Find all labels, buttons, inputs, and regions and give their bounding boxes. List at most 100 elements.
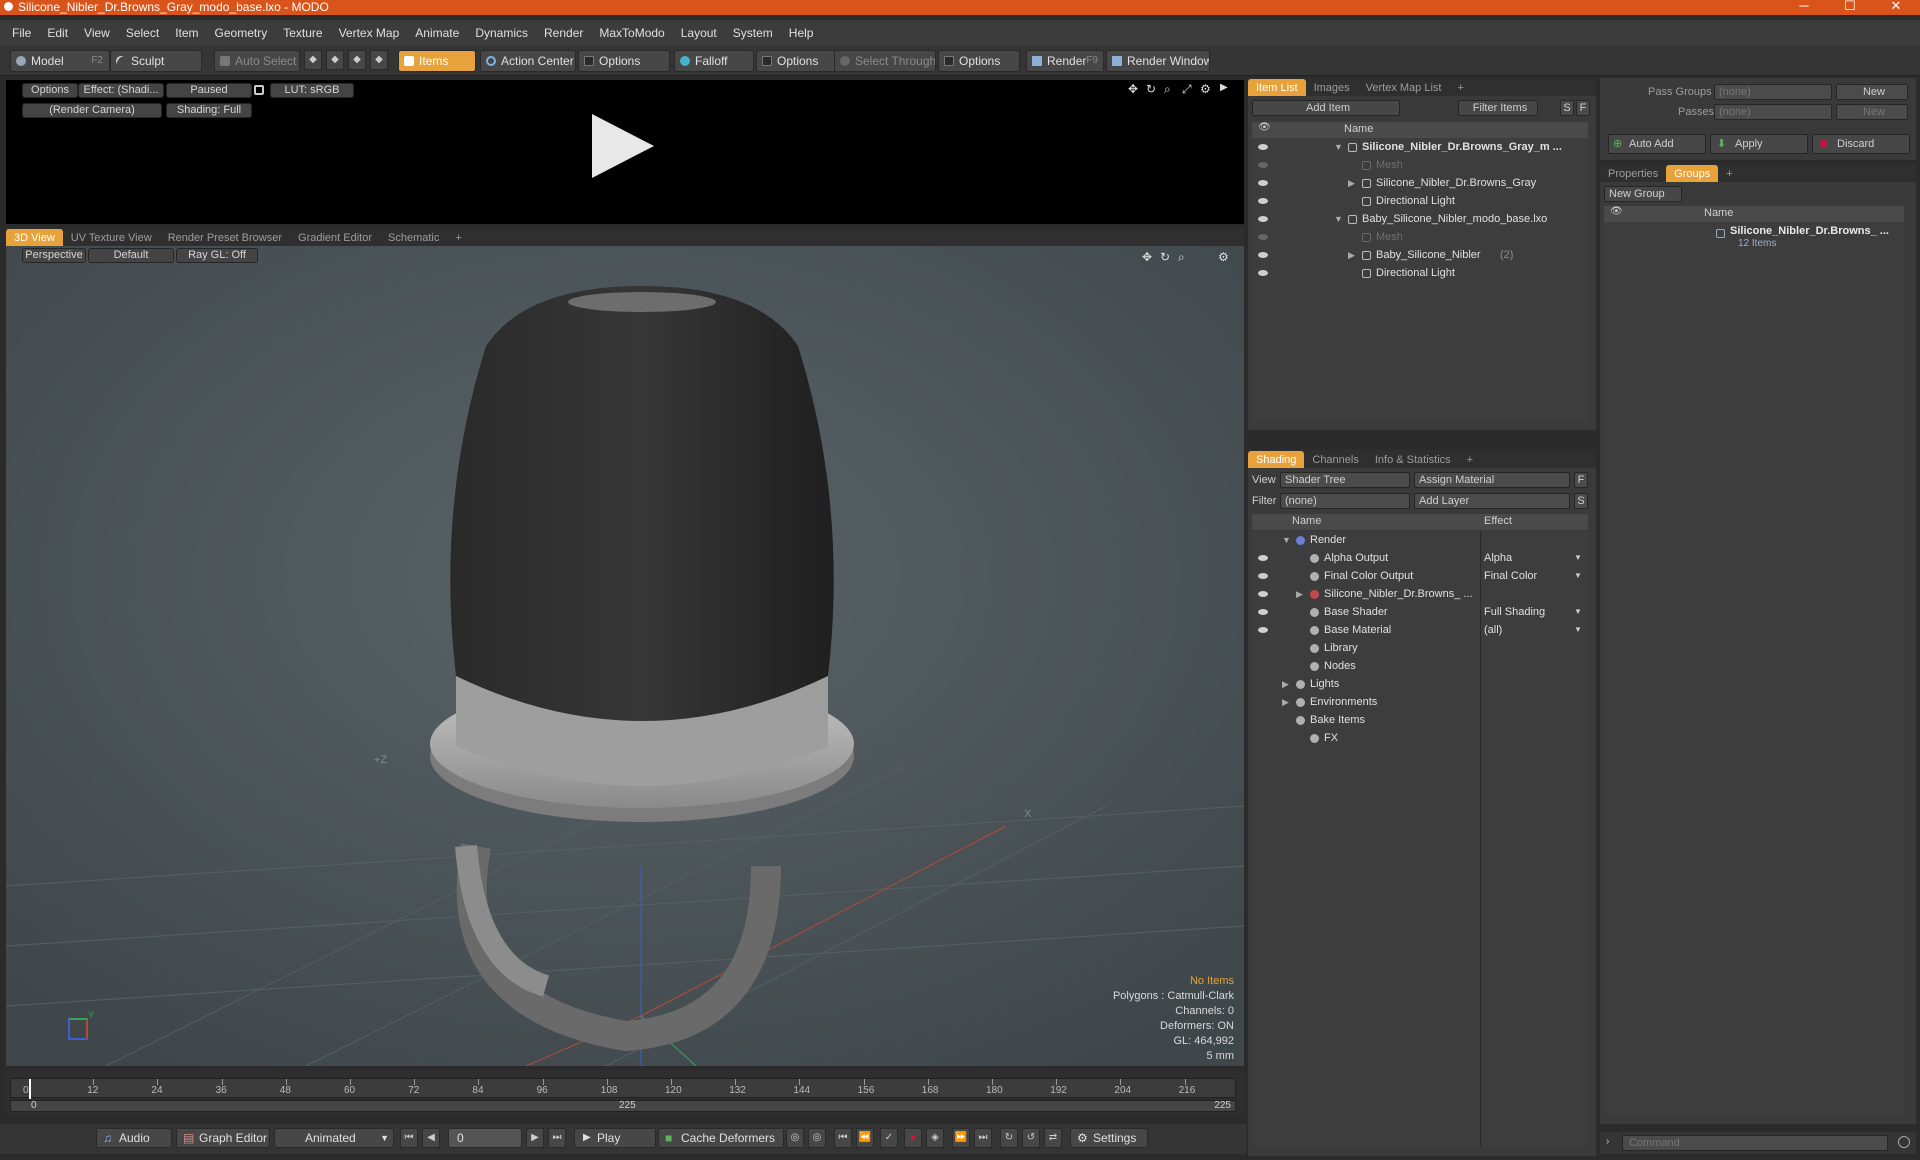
rotate-icon[interactable]: ↻ (1160, 250, 1170, 264)
next-frame-icon[interactable]: ▶ (526, 1128, 544, 1148)
menu-select[interactable]: Select (120, 26, 169, 40)
menu-dynamics[interactable]: Dynamics (469, 26, 538, 40)
tab-info-statistics[interactable]: Info & Statistics (1367, 451, 1459, 468)
new-group-button[interactable]: New Group (1604, 186, 1682, 202)
key-select-icon[interactable]: ◎ (808, 1128, 826, 1148)
preview-options[interactable]: Options (22, 83, 78, 98)
menu-render[interactable]: Render (538, 26, 593, 40)
zoom-icon[interactable]: ⌕ (1164, 82, 1171, 97)
key-icon[interactable]: ◈ (926, 1128, 944, 1148)
visibility-eye-icon[interactable] (1258, 144, 1268, 150)
menu-geometry[interactable]: Geometry (209, 26, 278, 40)
chevron-down-icon[interactable]: ▼ (1574, 603, 1582, 621)
maximize-icon[interactable]: ⤢ (1182, 82, 1192, 97)
effect-value[interactable]: Final Color (1484, 567, 1537, 585)
shader-row[interactable]: Base Shader Full Shading ▼ (1252, 603, 1588, 621)
preview-lut[interactable]: LUT: sRGB (270, 83, 354, 98)
chevron-right-icon[interactable]: ▶ (1348, 246, 1355, 264)
item-row[interactable]: Mesh (1252, 228, 1588, 246)
loop-icon[interactable]: ↻ (1000, 1128, 1018, 1148)
chevron-right-icon[interactable]: ▶ (1296, 585, 1303, 603)
audio-button[interactable]: ♫ Audio (96, 1128, 172, 1148)
maximize-button[interactable]: ☐ (1828, 0, 1872, 13)
menu-edit[interactable]: Edit (41, 26, 78, 40)
prev-key-icon[interactable]: ⏮ (834, 1128, 852, 1148)
apply-button[interactable]: ⬇ Apply (1710, 134, 1808, 154)
play-button[interactable]: ▶ Play (574, 1128, 656, 1148)
command-input[interactable] (1622, 1135, 1888, 1151)
menu-system[interactable]: System (727, 26, 783, 40)
move-icon[interactable]: ✥ (1142, 250, 1152, 264)
model-button[interactable]: Model F2 (10, 50, 110, 72)
sync-icon[interactable]: ⇄ (1044, 1128, 1062, 1148)
graph-editor-button[interactable]: ▤ Graph Editor (176, 1128, 270, 1148)
menu-view[interactable]: View (78, 26, 120, 40)
visibility-eye-icon[interactable] (1258, 555, 1268, 561)
tab-uv-texture-view[interactable]: UV Texture View (63, 229, 160, 246)
visibility-eye-icon[interactable] (1258, 198, 1268, 204)
shader-row[interactable]: ▼ Render (1252, 531, 1588, 549)
animated-dropdown[interactable]: Animated ▼ (274, 1128, 394, 1148)
shading-s-button[interactable]: S (1574, 493, 1588, 509)
shader-row[interactable]: Alpha Output Alpha ▼ (1252, 549, 1588, 567)
items-button[interactable]: Items (398, 50, 476, 72)
visibility-eye-icon[interactable] (1258, 234, 1268, 240)
visibility-eye-icon[interactable] (1258, 573, 1268, 579)
shader-row[interactable]: FX (1252, 729, 1588, 747)
tab-groups[interactable]: Groups (1666, 165, 1719, 182)
action-center-button[interactable]: Action Center (480, 50, 576, 72)
shader-row[interactable]: Bake Items (1252, 711, 1588, 729)
shader-row[interactable]: Base Material (all) ▼ (1252, 621, 1588, 639)
menu-help[interactable]: Help (783, 26, 824, 40)
tab-item-list[interactable]: Item List (1248, 79, 1306, 96)
visibility-eye-icon[interactable] (1258, 609, 1268, 615)
effect-value[interactable]: (all) (1484, 621, 1502, 639)
tab-schematic[interactable]: Schematic (380, 229, 447, 246)
menu-item[interactable]: Item (169, 26, 208, 40)
prev-frame-icon[interactable]: ◀ (422, 1128, 440, 1148)
discard-button[interactable]: ⊗ Discard (1812, 134, 1910, 154)
falloff-options-button[interactable]: Options (756, 50, 836, 72)
item-row[interactable]: ▶ Silicone_Nibler_Dr.Browns_Gray (1252, 174, 1588, 192)
view-raygl[interactable]: Ray GL: Off (176, 248, 258, 263)
render-button[interactable]: Render F9 (1026, 50, 1104, 72)
effect-value[interactable]: Alpha (1484, 549, 1512, 567)
go-start-icon[interactable]: ⏮ (400, 1128, 418, 1148)
play-icon[interactable] (592, 114, 654, 178)
gear-icon[interactable]: ⚙ (1218, 250, 1229, 264)
item-row[interactable]: Mesh (1252, 156, 1588, 174)
item-row[interactable]: ▼ Silicone_Nibler_Dr.Browns_Gray_m ... (1252, 138, 1588, 156)
tab-3d-view[interactable]: 3D View (6, 229, 63, 246)
view-default[interactable]: Default (88, 248, 174, 263)
shader-row[interactable]: ▶ Lights (1252, 675, 1588, 693)
add-tab-button[interactable]: + (1449, 79, 1471, 96)
filter-select[interactable]: (none) (1280, 493, 1410, 509)
visibility-eye-icon[interactable] (1258, 591, 1268, 597)
menu-maxtomodo[interactable]: MaxToModo (593, 26, 674, 40)
chevron-down-icon[interactable]: ▼ (1574, 549, 1582, 567)
timeline-ruler[interactable]: 0 12 24 36 48 60 72 84 96 108 120 132 144 156 168 180 19… (10, 1078, 1236, 1099)
minimize-button[interactable]: ─ (1782, 0, 1826, 13)
key-tool-icon[interactable]: ◎ (786, 1128, 804, 1148)
tab-properties[interactable]: Properties (1600, 165, 1666, 182)
shader-row[interactable]: Library (1252, 639, 1588, 657)
loop2-icon[interactable]: ↺ (1022, 1128, 1040, 1148)
move-icon[interactable]: ✥ (1128, 82, 1138, 96)
chevron-right-icon[interactable]: ▶ (1282, 675, 1289, 693)
tab-channels[interactable]: Channels (1304, 451, 1366, 468)
tab-render-preset-browser[interactable]: Render Preset Browser (160, 229, 290, 246)
view-perspective[interactable]: Perspective (22, 248, 86, 263)
chevron-down-icon[interactable]: ▼ (1574, 621, 1582, 639)
timeline-cursor[interactable] (29, 1079, 31, 1099)
visibility-eye-icon[interactable] (1258, 270, 1268, 276)
close-button[interactable]: ✕ (1874, 0, 1918, 13)
visibility-eye-icon[interactable] (1258, 180, 1268, 186)
add-tab-button[interactable]: + (1718, 165, 1740, 182)
auto-add-button[interactable]: ⊕ Auto Add (1608, 134, 1706, 154)
go-end-icon[interactable]: ⏭ (548, 1128, 566, 1148)
tab-shading[interactable]: Shading (1248, 451, 1305, 468)
pass-groups-select[interactable]: (none) (1714, 84, 1832, 100)
filter-items-button[interactable]: Filter Items (1458, 100, 1538, 116)
passes-select[interactable]: (none) (1714, 104, 1832, 120)
menu-layout[interactable]: Layout (675, 26, 727, 40)
